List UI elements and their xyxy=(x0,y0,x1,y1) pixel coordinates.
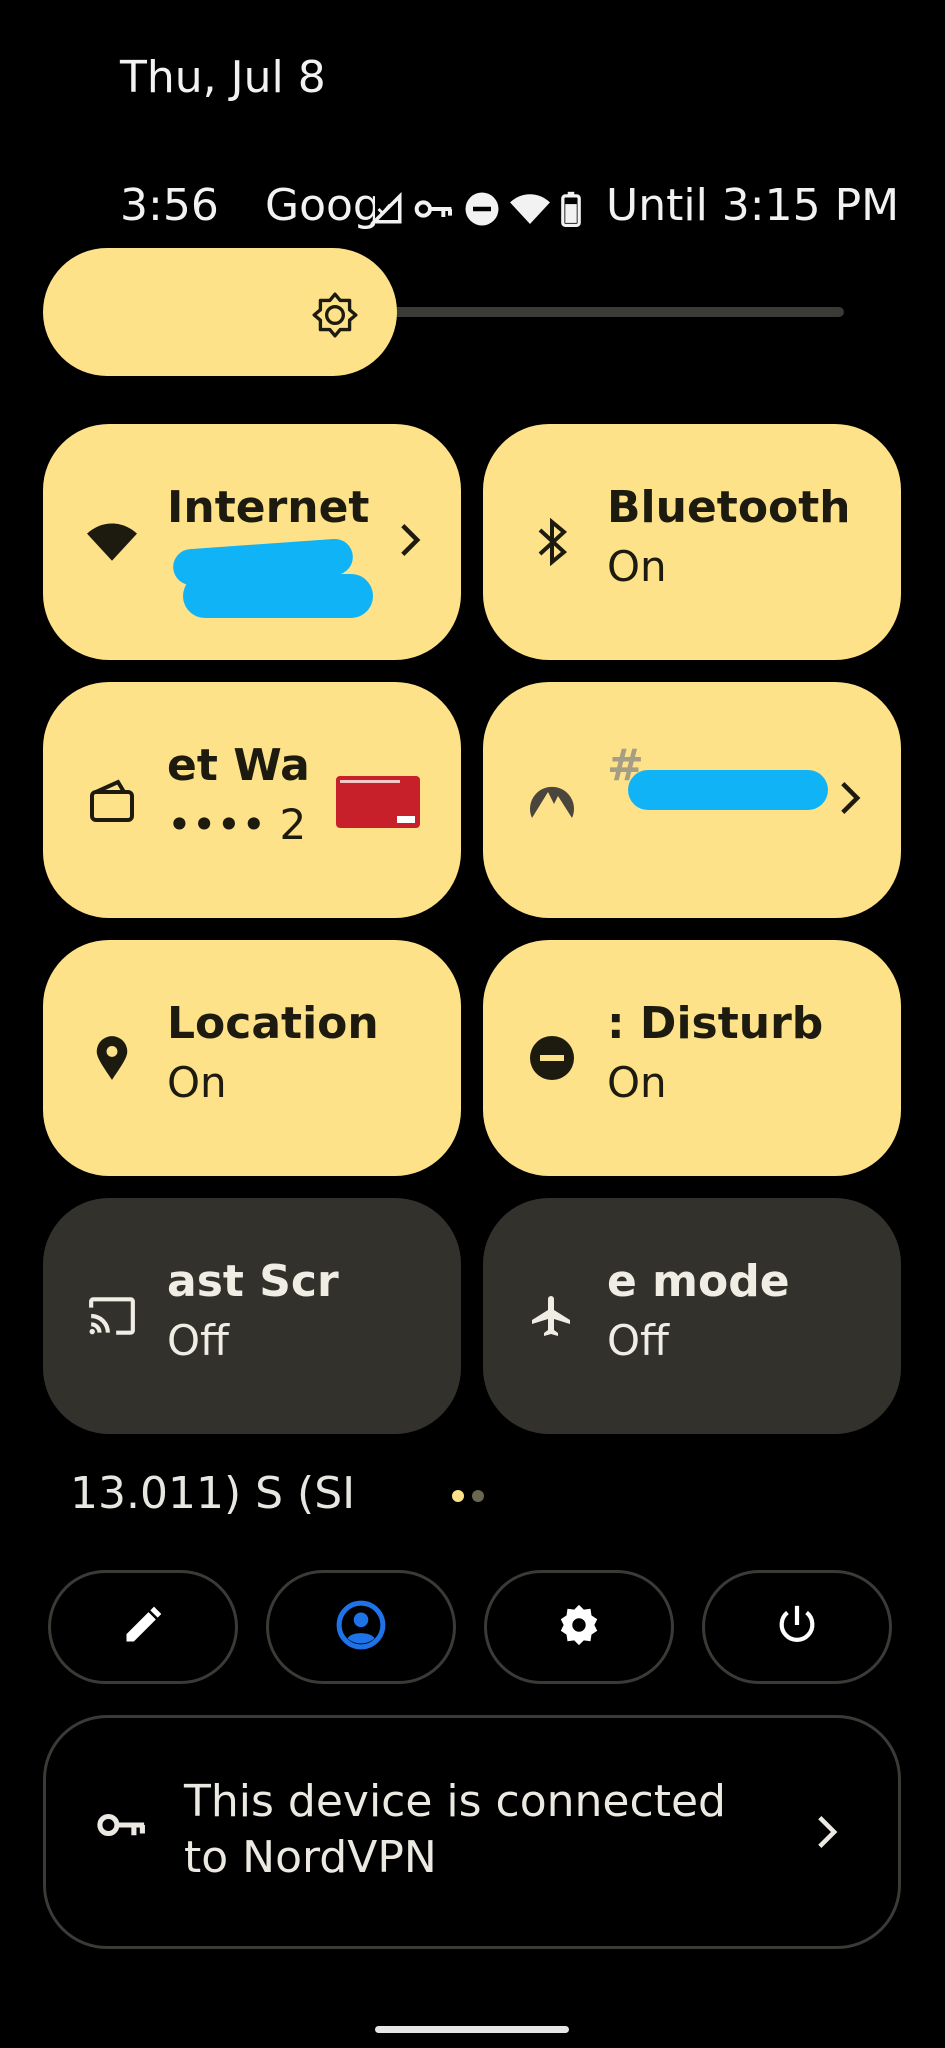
tile-sub: •••• 26 xyxy=(167,800,307,849)
power-button[interactable] xyxy=(702,1570,892,1684)
status-icons xyxy=(370,184,582,234)
tile-sub: Off xyxy=(607,1316,669,1365)
cast-icon xyxy=(87,1291,137,1341)
key-icon xyxy=(96,1808,148,1846)
tile-sub: On xyxy=(607,1058,667,1107)
tile-location[interactable]: Location On xyxy=(43,940,461,1176)
redaction-mark xyxy=(628,770,828,810)
drag-handle[interactable] xyxy=(375,2026,569,2033)
wifi-icon xyxy=(87,517,137,567)
date-text: Thu, Jul 8 xyxy=(120,52,326,103)
page-indicator[interactable] xyxy=(452,1490,484,1502)
brightness-icon xyxy=(310,290,360,344)
power-icon xyxy=(774,1602,820,1652)
gear-icon xyxy=(556,1602,602,1652)
pencil-icon xyxy=(121,1603,165,1651)
battery-estimate: Until 3:15 PM xyxy=(606,180,900,231)
tile-do-not-disturb[interactable]: : Disturb On xyxy=(483,940,901,1176)
dnd-icon xyxy=(464,191,500,227)
brightness-slider-track[interactable] xyxy=(380,307,844,317)
status-bar: 3:56 Goog Until 3:15 PM xyxy=(0,180,945,240)
chevron-right-icon xyxy=(839,780,861,820)
page-dot[interactable] xyxy=(472,1490,484,1502)
credit-card-image xyxy=(336,776,420,828)
battery-icon xyxy=(560,191,582,227)
tile-label: ast Scr xyxy=(167,1256,339,1307)
redaction-mark xyxy=(183,574,373,618)
edit-button[interactable] xyxy=(48,1570,238,1684)
airplane-icon xyxy=(527,1291,577,1341)
settings-button[interactable] xyxy=(484,1570,674,1684)
vpn-notice-text: This device is connected to NordVPN xyxy=(184,1776,726,1883)
tile-label: Bluetooth xyxy=(607,482,847,533)
tile-sub: Off xyxy=(167,1316,229,1365)
tile-wallet[interactable]: et Wa •••• 26 xyxy=(43,682,461,918)
bluetooth-icon xyxy=(527,517,577,567)
tile-label: e mode xyxy=(607,1256,790,1307)
clock: 3:56 xyxy=(120,180,219,231)
carrier-name: Goog xyxy=(265,180,375,231)
tile-label: : Disturb xyxy=(607,998,824,1049)
chevron-right-icon xyxy=(399,522,421,562)
tile-sub: On xyxy=(167,1058,227,1107)
tile-sub: On xyxy=(607,542,667,591)
chevron-right-icon xyxy=(816,1814,838,1854)
tile-nordvpn[interactable]: # xyxy=(483,682,901,918)
tile-label: et Wa xyxy=(167,740,307,791)
dnd-icon xyxy=(527,1033,577,1083)
vpn-notice-card[interactable]: This device is connected to NordVPN xyxy=(43,1715,901,1949)
nordvpn-icon xyxy=(527,775,577,825)
user-icon xyxy=(336,1600,386,1654)
page-dot-active[interactable] xyxy=(452,1490,464,1502)
tile-internet[interactable]: Internet xyxy=(43,424,461,660)
tile-airplane-mode[interactable]: e mode Off xyxy=(483,1198,901,1434)
wallet-icon xyxy=(87,775,137,825)
user-switch-button[interactable] xyxy=(266,1570,456,1684)
media-text: 13.011) S (SI xyxy=(70,1468,356,1519)
tile-label: Internet xyxy=(167,482,370,533)
wifi-icon xyxy=(510,193,550,225)
vpn-key-icon xyxy=(414,194,454,224)
tile-bluetooth[interactable]: Bluetooth On xyxy=(483,424,901,660)
location-icon xyxy=(87,1033,137,1083)
tile-screen-cast[interactable]: ast Scr Off xyxy=(43,1198,461,1434)
sim-signal-icon xyxy=(370,192,404,226)
tile-label: Location xyxy=(167,998,379,1049)
